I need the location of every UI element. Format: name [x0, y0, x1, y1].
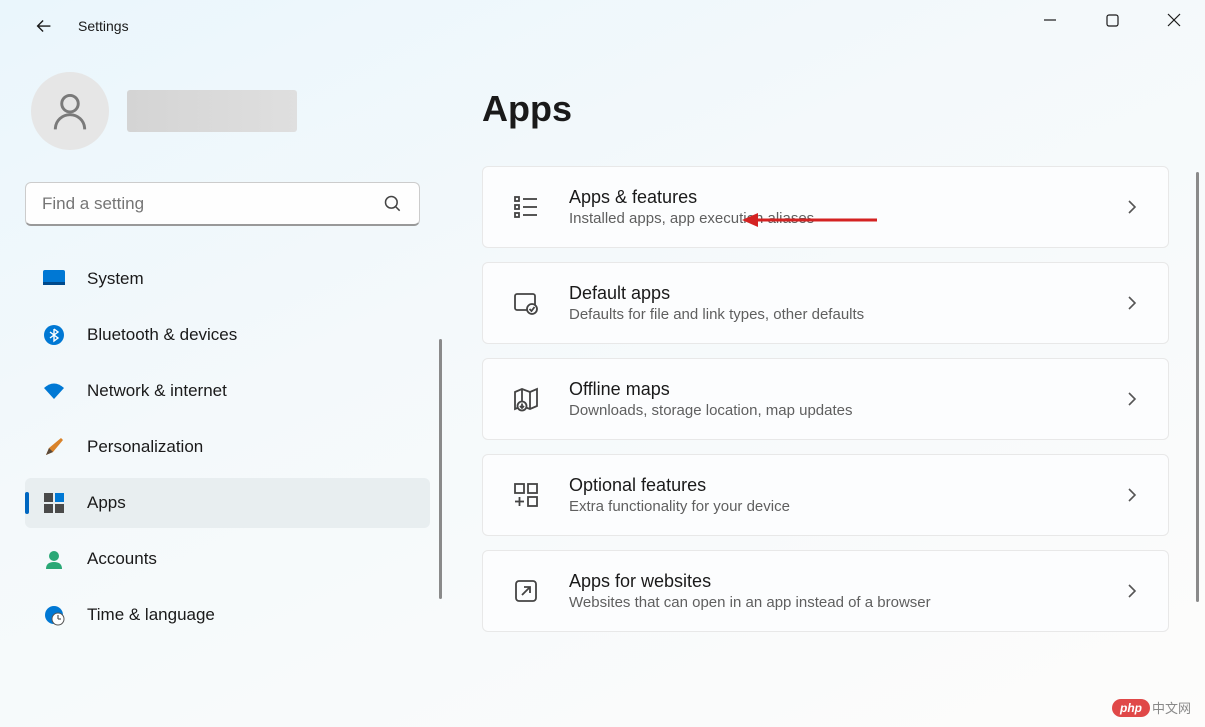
close-icon — [1167, 13, 1181, 27]
card-text: Default apps Defaults for file and link … — [569, 283, 1096, 323]
search-icon — [383, 194, 403, 214]
card-optional-features[interactable]: Optional features Extra functionality fo… — [482, 454, 1169, 536]
search-box[interactable] — [25, 182, 420, 226]
sidebar-item-label: Network & internet — [87, 381, 227, 401]
card-subtitle: Websites that can open in an app instead… — [569, 594, 1096, 611]
card-default-apps[interactable]: Default apps Defaults for file and link … — [482, 262, 1169, 344]
wifi-icon — [43, 380, 65, 402]
main-scrollbar[interactable] — [1196, 172, 1199, 602]
app-title: Settings — [78, 18, 129, 34]
sidebar-scrollbar[interactable] — [439, 339, 442, 599]
card-text: Offline maps Downloads, storage location… — [569, 379, 1096, 419]
maximize-button[interactable] — [1081, 0, 1143, 40]
sidebar-item-bluetooth[interactable]: Bluetooth & devices — [25, 310, 430, 360]
card-apps-websites[interactable]: Apps for websites Websites that can open… — [482, 550, 1169, 632]
card-title: Default apps — [569, 283, 1096, 304]
clock-globe-icon — [43, 604, 65, 626]
watermark-brand: php — [1112, 699, 1150, 717]
card-subtitle: Installed apps, app execution aliases — [569, 210, 1096, 227]
card-text: Apps for websites Websites that can open… — [569, 571, 1096, 611]
bluetooth-icon — [43, 324, 65, 346]
page-title: Apps — [482, 88, 1169, 130]
profile-name-redacted — [127, 90, 297, 132]
avatar — [31, 72, 109, 150]
sidebar-item-label: Accounts — [87, 549, 157, 569]
sidebar-item-label: System — [87, 269, 144, 289]
maximize-icon — [1106, 14, 1119, 27]
sidebar-item-label: Time & language — [87, 605, 215, 625]
card-text: Optional features Extra functionality fo… — [569, 475, 1096, 515]
card-title: Offline maps — [569, 379, 1096, 400]
paintbrush-icon — [43, 436, 65, 458]
card-title: Optional features — [569, 475, 1096, 496]
websites-icon — [511, 576, 541, 606]
sidebar-item-system[interactable]: System — [25, 254, 430, 304]
sidebar-item-personalization[interactable]: Personalization — [25, 422, 430, 472]
sidebar-item-label: Bluetooth & devices — [87, 325, 237, 345]
content: System Bluetooth & devices Network & int… — [0, 52, 1205, 727]
nav-list: System Bluetooth & devices Network & int… — [25, 254, 430, 640]
window-controls — [1019, 0, 1205, 40]
sidebar-item-time[interactable]: Time & language — [25, 590, 430, 640]
list-icon — [511, 192, 541, 222]
sidebar-item-network[interactable]: Network & internet — [25, 366, 430, 416]
chevron-right-icon — [1124, 391, 1140, 407]
optional-features-icon — [511, 480, 541, 510]
cards-list: Apps & features Installed apps, app exec… — [482, 166, 1169, 632]
chevron-right-icon — [1124, 583, 1140, 599]
back-arrow-icon — [33, 15, 55, 37]
watermark-text: 中文网 — [1152, 698, 1191, 717]
chevron-right-icon — [1124, 295, 1140, 311]
main: Apps Apps & features Installed apps, app… — [450, 52, 1205, 727]
minimize-button[interactable] — [1019, 0, 1081, 40]
back-button[interactable] — [24, 6, 64, 46]
apps-icon — [43, 492, 65, 514]
search-input[interactable] — [42, 194, 383, 214]
card-offline-maps[interactable]: Offline maps Downloads, storage location… — [482, 358, 1169, 440]
chevron-right-icon — [1124, 487, 1140, 503]
card-subtitle: Extra functionality for your device — [569, 498, 1096, 515]
account-icon — [43, 548, 65, 570]
chevron-right-icon — [1124, 199, 1140, 215]
close-button[interactable] — [1143, 0, 1205, 40]
default-apps-icon — [511, 288, 541, 318]
card-subtitle: Defaults for file and link types, other … — [569, 306, 1096, 323]
minimize-icon — [1043, 13, 1057, 27]
titlebar: Settings — [0, 0, 1205, 52]
sidebar-item-label: Personalization — [87, 437, 203, 457]
card-subtitle: Downloads, storage location, map updates — [569, 402, 1096, 419]
monitor-icon — [43, 268, 65, 290]
card-title: Apps & features — [569, 187, 1096, 208]
sidebar: System Bluetooth & devices Network & int… — [0, 52, 450, 727]
sidebar-item-label: Apps — [87, 493, 126, 513]
card-title: Apps for websites — [569, 571, 1096, 592]
card-apps-features[interactable]: Apps & features Installed apps, app exec… — [482, 166, 1169, 248]
avatar-icon — [48, 89, 92, 133]
watermark: php 中文网 — [1112, 698, 1191, 717]
card-text: Apps & features Installed apps, app exec… — [569, 187, 1096, 227]
map-icon — [511, 384, 541, 414]
sidebar-item-accounts[interactable]: Accounts — [25, 534, 430, 584]
profile-section[interactable] — [31, 72, 430, 150]
sidebar-item-apps[interactable]: Apps — [25, 478, 430, 528]
